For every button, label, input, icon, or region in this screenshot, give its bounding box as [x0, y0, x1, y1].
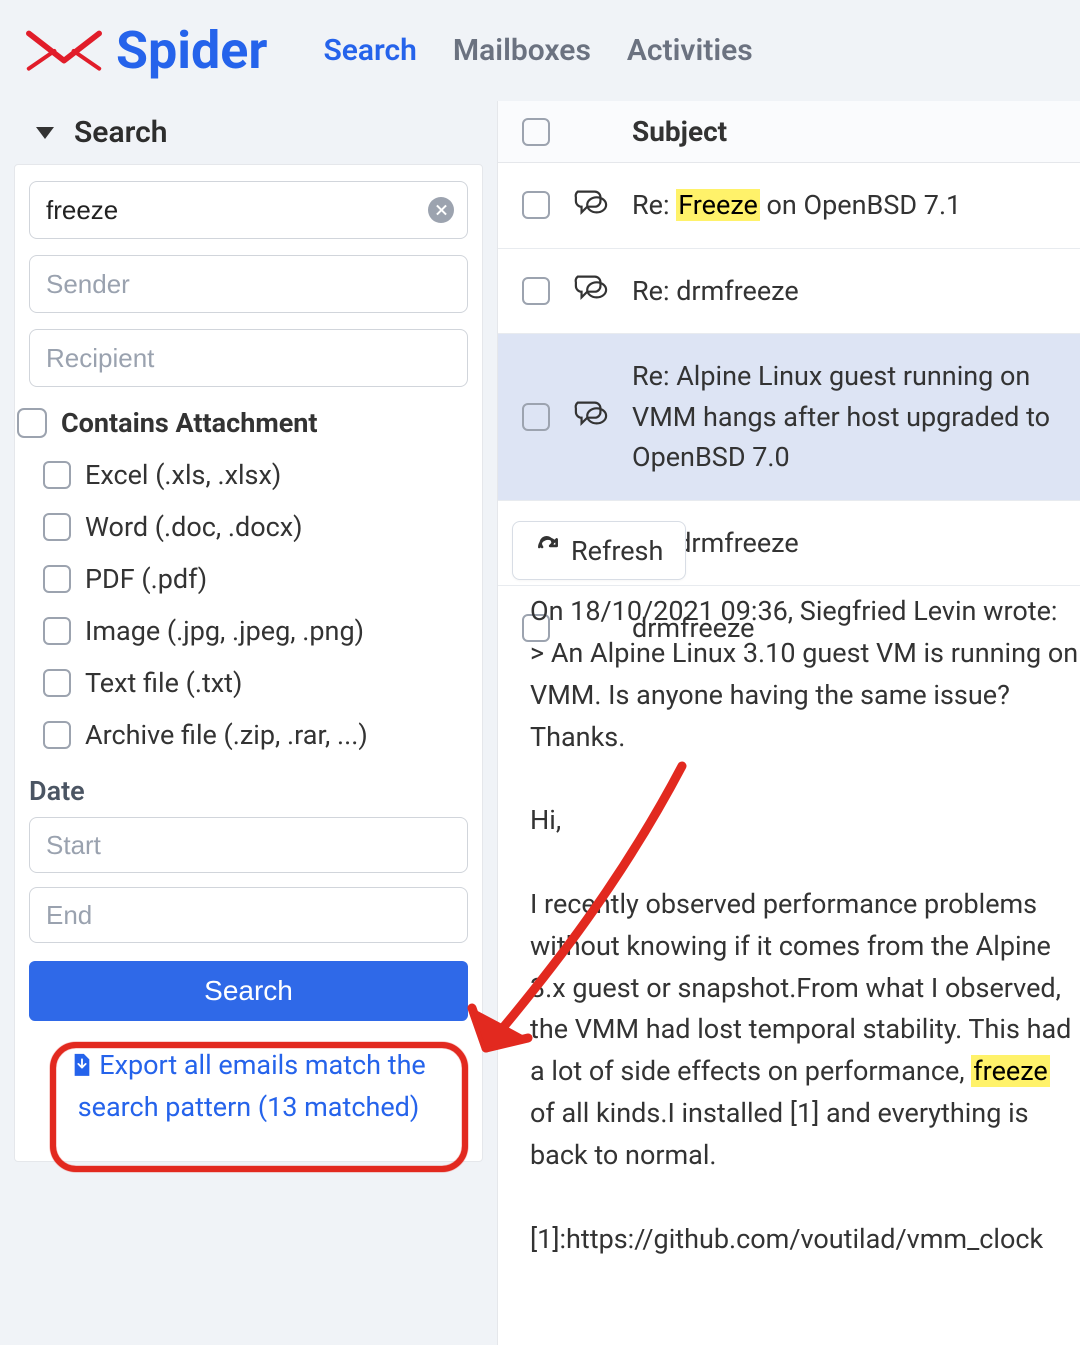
search-panel-title: Search	[74, 115, 167, 150]
row-subject: Re: Alpine Linux guest running on VMM ha…	[632, 356, 1080, 478]
attach-type-pdf[interactable]: PDF (.pdf)	[29, 553, 468, 605]
message-row[interactable]: Re: Alpine Linux guest running on VMM ha…	[498, 334, 1080, 501]
attach-type-excel[interactable]: Excel (.xls, .xlsx)	[29, 449, 468, 501]
message-list: Subject Re: Freeze on OpenBSD 7.1 Re: dr…	[498, 101, 1080, 671]
results-pane: Subject Re: Freeze on OpenBSD 7.1 Re: dr…	[497, 101, 1080, 1345]
query-input[interactable]	[29, 181, 468, 239]
thread-icon	[574, 272, 608, 309]
date-section-label: Date	[29, 761, 468, 817]
clear-query-icon[interactable]	[428, 197, 454, 223]
checkbox-archive[interactable]	[43, 721, 71, 749]
envelope-logo-icon	[24, 26, 104, 76]
search-panel: Contains Attachment Excel (.xls, .xlsx) …	[14, 164, 483, 1162]
checkbox-word[interactable]	[43, 513, 71, 541]
row-checkbox[interactable]	[522, 191, 550, 219]
attach-type-label: Excel (.xls, .xlsx)	[85, 459, 281, 491]
attach-type-image[interactable]: Image (.jpg, .jpeg, .png)	[29, 605, 468, 657]
subject-column-header[interactable]: Subject	[580, 115, 727, 148]
checkbox-image[interactable]	[43, 617, 71, 645]
attach-type-label: PDF (.pdf)	[85, 563, 207, 595]
date-start-input[interactable]	[29, 817, 468, 873]
app-header: Spider Search Mailboxes Activities	[0, 0, 1080, 101]
nav-activities[interactable]: Activities	[627, 33, 753, 68]
search-sidebar: Search Contains Attachment Excel (.xls, …	[0, 101, 497, 1345]
logo-block[interactable]: Spider	[24, 20, 267, 81]
recipient-input[interactable]	[29, 329, 468, 387]
attach-type-archive[interactable]: Archive file (.zip, .rar, ...)	[29, 709, 468, 761]
thread-icon	[574, 187, 608, 224]
nav-search[interactable]: Search	[323, 33, 416, 68]
checkbox-excel[interactable]	[43, 461, 71, 489]
message-preview: On 18/10/2021 09:36, Siegfried Levin wro…	[530, 591, 1080, 1345]
refresh-icon	[535, 534, 561, 567]
row-subject: Re: drmfreeze	[632, 271, 799, 312]
list-header: Subject	[498, 101, 1080, 163]
attach-type-label: Image (.jpg, .jpeg, .png)	[85, 615, 364, 647]
checkbox-pdf[interactable]	[43, 565, 71, 593]
thread-icon	[574, 398, 608, 435]
row-checkbox[interactable]	[522, 277, 550, 305]
brand-name: Spider	[116, 20, 267, 81]
refresh-button[interactable]: Refresh	[512, 521, 686, 580]
message-row[interactable]: Re: Freeze on OpenBSD 7.1	[498, 163, 1080, 249]
date-end-input[interactable]	[29, 887, 468, 943]
refresh-label: Refresh	[571, 535, 663, 567]
search-panel-header[interactable]: Search	[14, 101, 483, 164]
attach-type-label: Archive file (.zip, .rar, ...)	[85, 719, 368, 751]
row-subject: Re: Freeze on OpenBSD 7.1	[632, 185, 961, 226]
search-button[interactable]: Search	[29, 961, 468, 1021]
nav-mailboxes[interactable]: Mailboxes	[453, 33, 591, 68]
attach-type-label: Word (.doc, .docx)	[85, 511, 303, 543]
message-row[interactable]: Re: drmfreeze	[498, 249, 1080, 335]
caret-down-icon	[36, 127, 54, 139]
sender-input[interactable]	[29, 255, 468, 313]
row-checkbox[interactable]	[522, 403, 550, 431]
checkbox-text[interactable]	[43, 669, 71, 697]
export-link[interactable]: Export all emails match the search patte…	[29, 1021, 468, 1137]
contains-attachment-row[interactable]: Contains Attachment	[17, 397, 468, 449]
attach-type-text[interactable]: Text file (.txt)	[29, 657, 468, 709]
contains-attachment-checkbox[interactable]	[17, 408, 47, 438]
download-icon	[71, 1049, 93, 1075]
export-link-text: Export all emails match the search patte…	[78, 1049, 426, 1123]
top-nav: Search Mailboxes Activities	[323, 33, 752, 68]
contains-attachment-label: Contains Attachment	[61, 407, 318, 439]
attach-type-label: Text file (.txt)	[85, 667, 242, 699]
attach-type-word[interactable]: Word (.doc, .docx)	[29, 501, 468, 553]
select-all-checkbox[interactable]	[522, 118, 550, 146]
